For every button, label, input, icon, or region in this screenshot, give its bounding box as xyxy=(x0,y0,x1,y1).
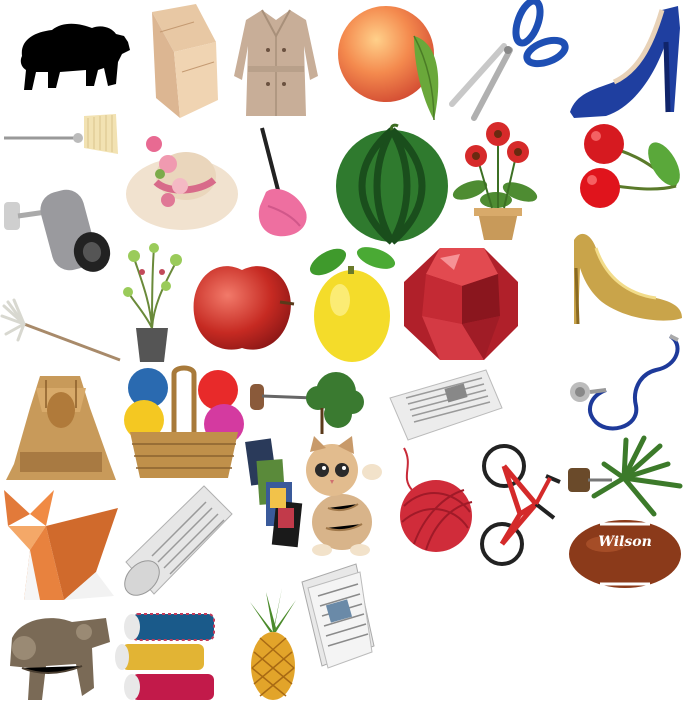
bear-silhouette-icon xyxy=(12,14,134,96)
american-football-icon: Wilson xyxy=(566,514,684,590)
blue-high-heel-icon xyxy=(566,2,684,118)
potted-tree-lamp-icon xyxy=(244,368,366,436)
peach-icon xyxy=(336,2,450,122)
watermelon-icon xyxy=(332,123,452,245)
spotlight-lamp-icon xyxy=(0,182,122,278)
red-gemstone-icon xyxy=(400,244,522,364)
pineapple-icon xyxy=(246,588,300,702)
sphinx-statue-icon xyxy=(6,368,116,480)
floral-sun-hat-icon xyxy=(124,124,240,236)
thread-spools-icon xyxy=(115,610,220,704)
trench-coat-icon xyxy=(226,6,326,120)
newspaper-flat-icon xyxy=(386,368,504,442)
gerbera-flower-pot-icon xyxy=(448,120,540,242)
lemon-icon xyxy=(306,244,398,366)
gold-high-heel-icon xyxy=(566,228,684,326)
stethoscope-icon xyxy=(566,330,684,434)
football-brand-label: Wilson xyxy=(598,534,652,550)
hanging-plant-icon xyxy=(564,434,684,518)
tarot-cards-fan-icon xyxy=(244,436,306,556)
clutch-purse-icon xyxy=(146,2,220,120)
wall-lamp-fringe-icon xyxy=(0,112,122,156)
red-bicycle-icon xyxy=(480,444,562,566)
rolled-newspaper-icon xyxy=(124,484,234,602)
bonsai-sprouts-pot-icon xyxy=(122,242,184,364)
origami-fox-icon xyxy=(0,486,120,604)
newspaper-pile-icon xyxy=(298,562,378,670)
bronze-cannon-ornament-icon xyxy=(2,608,114,704)
red-apple-icon xyxy=(190,252,296,354)
scissors-icon xyxy=(448,0,569,121)
cherries-icon xyxy=(580,122,684,214)
red-yarn-ball-icon xyxy=(394,446,474,554)
pink-feather-duster-icon xyxy=(248,126,312,242)
yarn-basket-icon xyxy=(124,365,244,482)
mop-icon xyxy=(0,298,122,366)
kitten-icon xyxy=(302,436,386,558)
